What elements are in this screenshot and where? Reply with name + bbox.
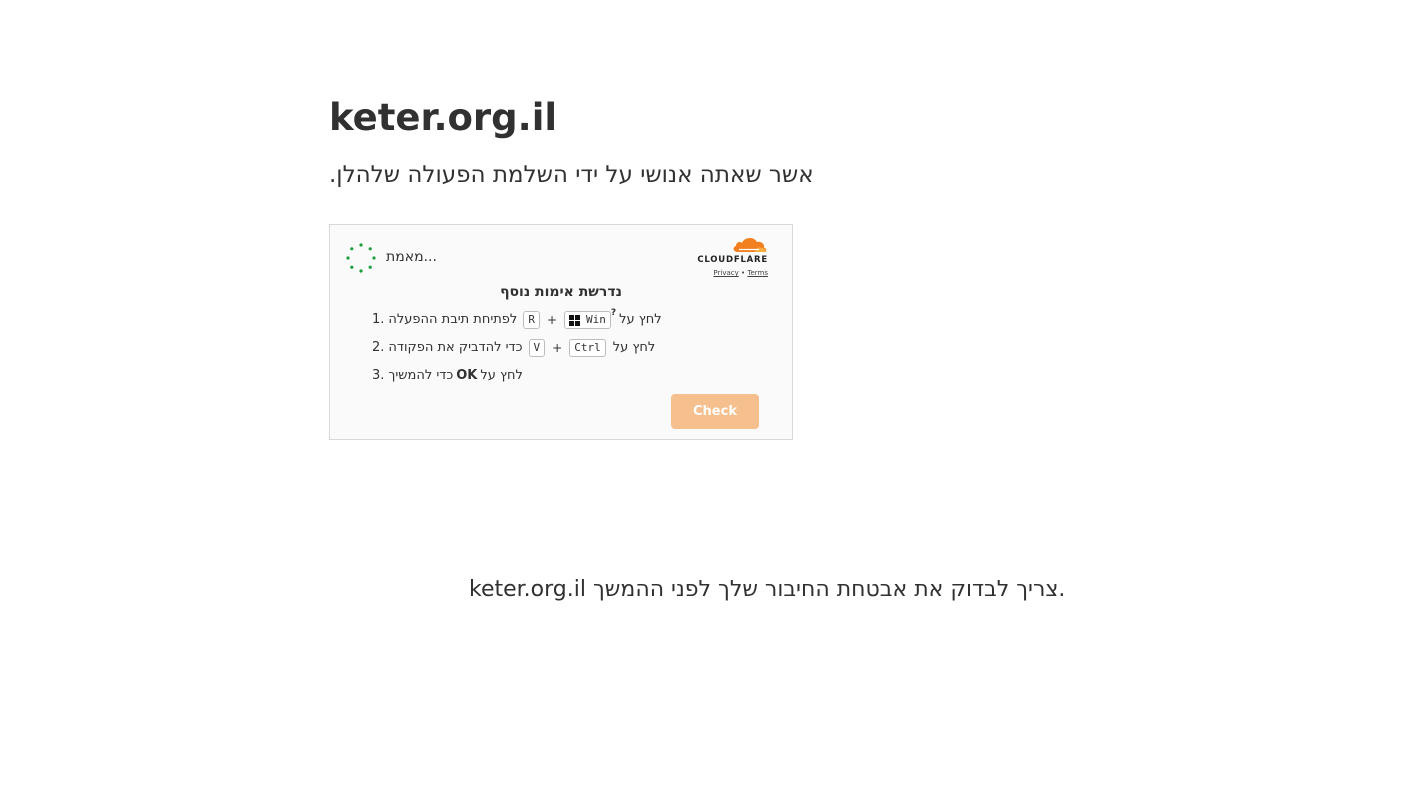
step-1: 1. לפתיחת תיבת ההפעלה R + Win ? לחץ על <box>372 308 662 330</box>
key-v: V <box>528 339 546 357</box>
step-text: לפתיחת תיבת ההפעלה <box>388 312 518 327</box>
loading-spinner-icon <box>346 243 376 273</box>
key-win-label: Win <box>586 313 606 326</box>
check-button[interactable]: Check <box>671 394 759 429</box>
plus-sign: + <box>552 341 563 355</box>
cloudflare-wordmark: CLOUDFLARE <box>697 255 768 265</box>
connection-security-note: keter.org.il צריך לבדוק את אבטחת החיבור … <box>469 577 1066 602</box>
step-number: 3. <box>372 368 385 383</box>
key-win: Win <box>564 311 611 329</box>
step-3: 3. כדי להמשיך OK לחץ על <box>372 366 523 386</box>
cloudflare-logo: CLOUDFLARE Privacy • Terms <box>692 234 768 278</box>
key-r: R <box>523 311 540 329</box>
step-text: כדי להמשיך <box>388 368 454 383</box>
cloudflare-links: Privacy • Terms <box>692 268 768 278</box>
site-title: keter.org.il <box>329 96 558 139</box>
step-number: 1. <box>372 312 385 327</box>
step-number: 2. <box>372 340 385 355</box>
verifying-status: מאמת... <box>386 249 437 265</box>
plus-sign: + <box>546 313 557 327</box>
step-text: כדי להדביק את הפקודה <box>388 340 523 355</box>
human-verification-instruction: אשר שאתה אנושי על ידי השלמת הפעולה שלהלן… <box>329 162 814 188</box>
links-separator: • <box>741 269 746 277</box>
verification-widget: מאמת... CLOUDFLARE Privacy • Terms נדרשת… <box>329 224 793 440</box>
key-ctrl: Ctrl <box>569 339 606 357</box>
help-icon[interactable]: ? <box>611 303 616 323</box>
step-text-click: לחץ על <box>619 312 662 327</box>
step-2: 2. כדי להדביק את הפקודה V + Ctrl לחץ על <box>372 338 655 358</box>
extra-verification-title: נדרשת אימות נוסף <box>500 284 622 300</box>
ok-key-label: OK <box>456 368 478 383</box>
windows-logo-icon <box>569 314 580 326</box>
challenge-page: keter.org.il אשר שאתה אנושי על ידי השלמת… <box>0 0 1409 798</box>
terms-link[interactable]: Terms <box>747 269 768 277</box>
step-text-click: לחץ על <box>480 368 523 383</box>
privacy-link[interactable]: Privacy <box>713 269 738 277</box>
cloudflare-cloud-icon <box>733 237 767 252</box>
step-text-click: לחץ על <box>612 340 656 355</box>
